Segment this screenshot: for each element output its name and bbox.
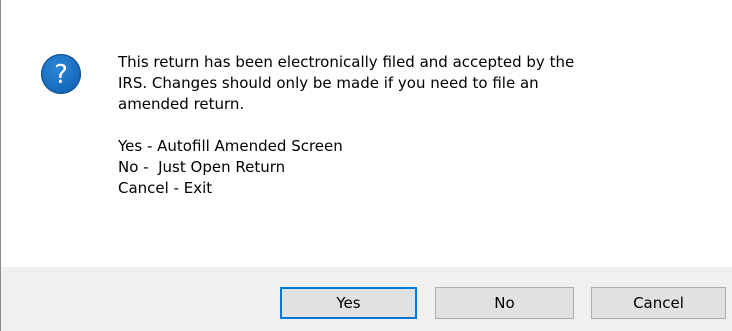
cancel-button[interactable]: Cancel	[591, 287, 726, 319]
yes-button[interactable]: Yes	[280, 287, 417, 319]
message-line: IRS. Changes should only be made if you …	[118, 74, 539, 92]
option-description-no: No - Just Open Return	[118, 158, 286, 176]
no-button[interactable]: No	[435, 287, 574, 319]
message-spacer	[118, 115, 718, 136]
dialog-content: ? This return has been electronically fi…	[1, 0, 732, 267]
option-description-cancel: Cancel - Exit	[118, 179, 213, 197]
option-description-yes: Yes - Autofill Amended Screen	[118, 137, 343, 155]
message-dialog: ? This return has been electronically fi…	[0, 0, 732, 331]
message-line: amended return.	[118, 95, 245, 113]
question-mark-glyph: ?	[54, 60, 68, 90]
dialog-message: This return has been electronically file…	[118, 52, 718, 199]
question-icon: ?	[41, 54, 81, 94]
svg-text:?: ?	[54, 60, 68, 90]
message-line: This return has been electronically file…	[118, 53, 575, 71]
